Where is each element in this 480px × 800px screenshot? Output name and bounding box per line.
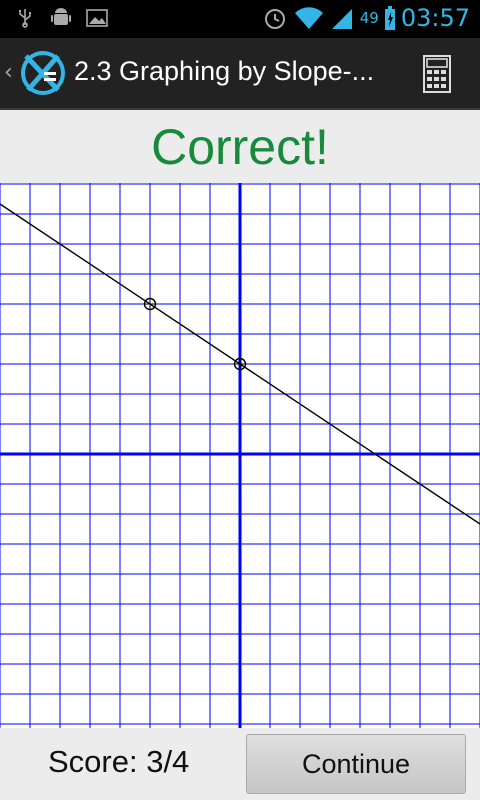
status-bar: 49 03:57 <box>0 0 480 38</box>
battery-icon <box>384 6 395 30</box>
action-bar: ‹ 2.3 Graphing by Slope-... <box>0 38 480 110</box>
continue-button[interactable]: Continue <box>246 734 466 794</box>
clock: 03:57 <box>400 4 470 32</box>
calculator-icon[interactable] <box>414 52 460 98</box>
score-label: Score: 3/4 <box>48 744 190 779</box>
up-caret-icon[interactable]: ‹ <box>4 60 13 85</box>
bottom-bar: Score: 3/4 Continue <box>0 728 480 800</box>
result-text: Correct! <box>151 119 329 175</box>
battery-percent: 49 <box>359 9 379 27</box>
x-equals-logo-icon[interactable] <box>18 48 68 98</box>
wifi-icon <box>294 7 323 29</box>
android-debug-icon <box>51 8 71 25</box>
usb-icon <box>19 9 31 28</box>
alarm-icon <box>264 9 285 29</box>
signal-icon <box>331 9 352 29</box>
result-banner: Correct! <box>0 110 480 185</box>
gallery-icon <box>86 9 108 27</box>
coordinate-grid[interactable] <box>0 183 480 728</box>
page-title: 2.3 Graphing by Slope-... <box>74 56 374 86</box>
